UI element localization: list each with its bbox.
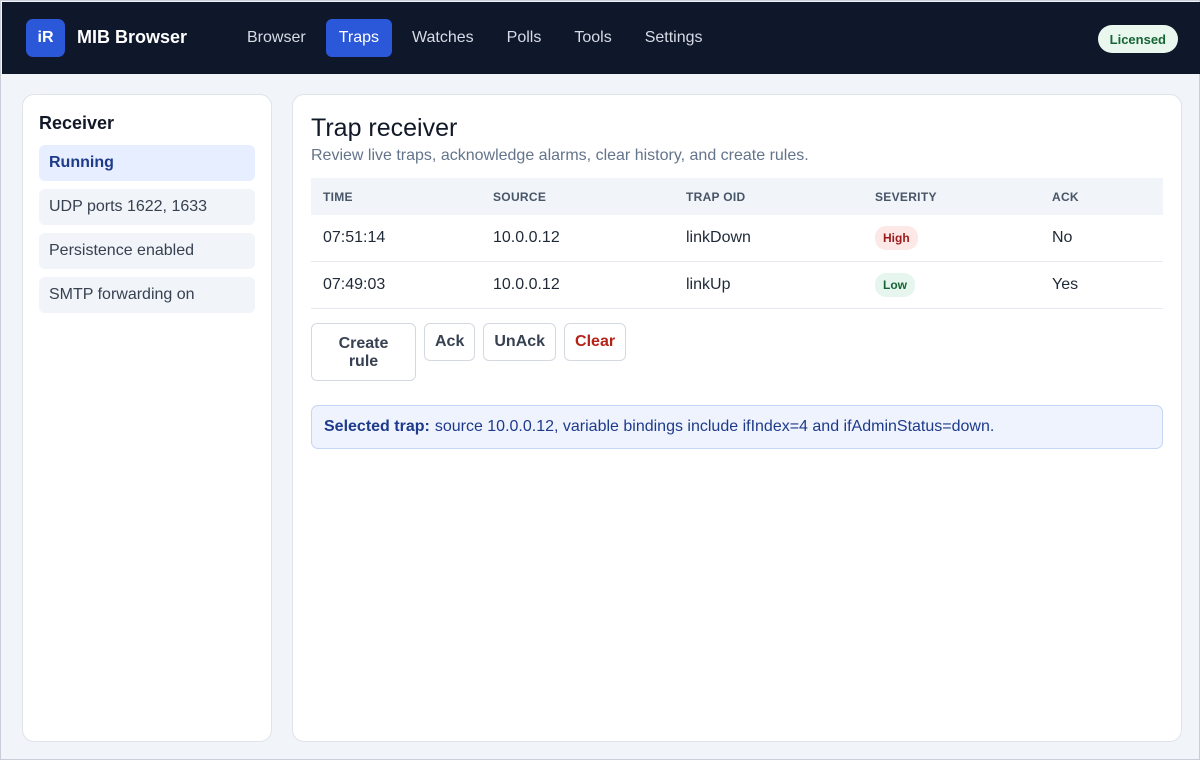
selected-trap-notice: Selected trap: source 10.0.0.12, variabl… [311, 405, 1163, 449]
cell-ack: Yes [1052, 276, 1079, 293]
nav-tools[interactable]: Tools [561, 19, 624, 57]
app-window: iR MIB Browser Browser Traps Watches Pol… [0, 0, 1200, 760]
table-row[interactable]: 07:49:03 10.0.0.12 linkUp Low Yes [311, 262, 1163, 309]
cell-severity: High [875, 226, 1052, 250]
page-subtitle: Review live traps, acknowledge alarms, c… [311, 147, 809, 164]
notice-label: Selected trap: [324, 418, 430, 435]
notice-text: source 10.0.0.12, variable bindings incl… [434, 418, 995, 435]
receiver-status-list: Running UDP ports 1622, 1633 Persistence… [39, 145, 255, 321]
trap-receiver-panel: Trap receiver Review live traps, acknowl… [292, 94, 1182, 742]
nav-watches[interactable]: Watches [399, 19, 487, 57]
nav-browser[interactable]: Browser [234, 19, 319, 57]
severity-badge: Low [875, 273, 915, 297]
create-rule-button[interactable]: Create rule [311, 323, 416, 381]
nav-settings[interactable]: Settings [632, 19, 716, 57]
cell-source: 10.0.0.12 [493, 229, 560, 246]
app-title: MIB Browser [77, 27, 188, 47]
cell-severity: Low [875, 273, 1052, 297]
ack-button[interactable]: Ack [424, 323, 476, 361]
severity-badge: High [875, 226, 918, 250]
sidebar-item-running[interactable]: Running [39, 145, 255, 181]
nav-polls[interactable]: Polls [494, 19, 555, 57]
column-header-source[interactable]: SOURCE [493, 190, 686, 204]
cell-ack: No [1052, 229, 1073, 246]
main-nav: Browser Traps Watches Polls Tools Settin… [234, 19, 723, 57]
page-title: Trap receiver [311, 114, 458, 142]
app-logo: iR [26, 19, 65, 57]
table-row[interactable]: 07:51:14 10.0.0.12 linkDown High No [311, 215, 1163, 262]
unack-button[interactable]: UnAck [483, 323, 557, 361]
sidebar-title: Receiver [39, 113, 115, 133]
receiver-sidebar: Receiver Running UDP ports 1622, 1633 Pe… [22, 94, 272, 742]
table-header: TIME SOURCE TRAP OID SEVERITY ACK [311, 178, 1163, 215]
trap-actions: Create rule Ack UnAck Clear [311, 323, 634, 381]
column-header-time[interactable]: TIME [311, 190, 493, 204]
top-bar: iR MIB Browser Browser Traps Watches Pol… [2, 2, 1200, 74]
traps-table: TIME SOURCE TRAP OID SEVERITY ACK 07:51:… [311, 178, 1163, 309]
column-header-severity[interactable]: SEVERITY [875, 190, 1052, 204]
sidebar-item-udp-ports[interactable]: UDP ports 1622, 1633 [39, 189, 255, 225]
sidebar-item-persistence[interactable]: Persistence enabled [39, 233, 255, 269]
nav-traps[interactable]: Traps [325, 19, 392, 57]
cell-trap-oid: linkUp [686, 276, 731, 293]
cell-trap-oid: linkDown [686, 229, 751, 246]
column-header-ack[interactable]: ACK [1052, 190, 1163, 204]
clear-button[interactable]: Clear [564, 323, 627, 361]
column-header-trap-oid[interactable]: TRAP OID [686, 190, 875, 204]
cell-time: 07:49:03 [323, 276, 386, 293]
cell-source: 10.0.0.12 [493, 276, 560, 293]
cell-time: 07:51:14 [323, 229, 386, 246]
sidebar-item-smtp-forwarding[interactable]: SMTP forwarding on [39, 277, 255, 313]
license-badge: Licensed [1097, 25, 1178, 53]
